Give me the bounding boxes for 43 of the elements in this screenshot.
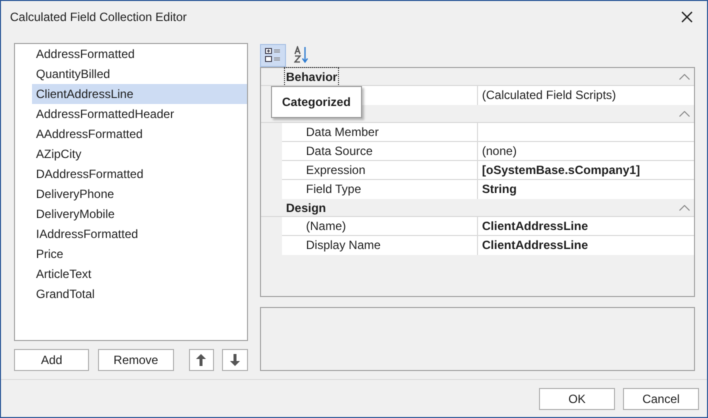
property-name: Field Type xyxy=(306,182,362,196)
collapse-chevron-icon[interactable] xyxy=(679,110,690,116)
arrow-down-icon xyxy=(230,354,240,366)
cancel-button[interactable]: Cancel xyxy=(623,388,699,410)
property-name: Data Member xyxy=(306,125,379,139)
property-value[interactable]: [oSystemBase.sCompany1] xyxy=(482,163,640,177)
move-down-button[interactable] xyxy=(222,349,248,371)
property-value[interactable]: ClientAddressLine xyxy=(482,238,588,252)
list-item[interactable]: DeliveryMobile xyxy=(32,204,247,224)
remove-button[interactable]: Remove xyxy=(98,349,174,371)
categorized-button[interactable] xyxy=(260,44,286,66)
property-value[interactable]: (none) xyxy=(482,144,517,158)
list-item[interactable]: QuantityBilled xyxy=(32,64,247,84)
property-name: Display Name xyxy=(306,238,381,252)
property-name: Data Source xyxy=(306,144,373,158)
tooltip: Categorized xyxy=(271,86,362,118)
sort-az-icon xyxy=(294,46,310,64)
categorized-icon xyxy=(265,47,281,63)
collapse-chevron-icon[interactable] xyxy=(679,74,690,80)
move-up-button[interactable] xyxy=(188,349,214,371)
list-item[interactable]: GrandTotal xyxy=(32,284,247,304)
close-icon[interactable] xyxy=(681,11,693,23)
window-title: Calculated Field Collection Editor xyxy=(10,9,187,26)
collapse-chevron-icon[interactable] xyxy=(679,204,690,210)
list-item[interactable]: ArticleText xyxy=(32,264,247,284)
list-item[interactable]: AddressFormattedHeader xyxy=(32,104,247,124)
list-item[interactable]: IAddressFormatted xyxy=(32,224,247,244)
property-name: Expression xyxy=(306,163,366,177)
list-item[interactable]: ClientAddressLine xyxy=(32,84,247,104)
arrow-up-icon xyxy=(196,354,206,366)
list-item[interactable]: DeliveryPhone xyxy=(32,184,247,204)
list-item[interactable]: AAddressFormatted xyxy=(32,124,247,144)
category-header[interactable]: Behavior xyxy=(285,68,338,86)
property-name: (Name) xyxy=(306,219,346,233)
category-header[interactable]: Design xyxy=(285,198,328,216)
property-value[interactable]: String xyxy=(482,182,517,196)
list-item[interactable]: AddressFormatted xyxy=(32,44,247,64)
add-button[interactable]: Add xyxy=(14,349,90,371)
list-item[interactable]: AZipCity xyxy=(32,144,247,164)
list-item[interactable]: Price xyxy=(32,244,247,264)
property-value[interactable]: ClientAddressLine xyxy=(482,219,588,233)
ok-button[interactable]: OK xyxy=(539,388,615,410)
list-item[interactable]: DAddressFormatted xyxy=(32,164,247,184)
